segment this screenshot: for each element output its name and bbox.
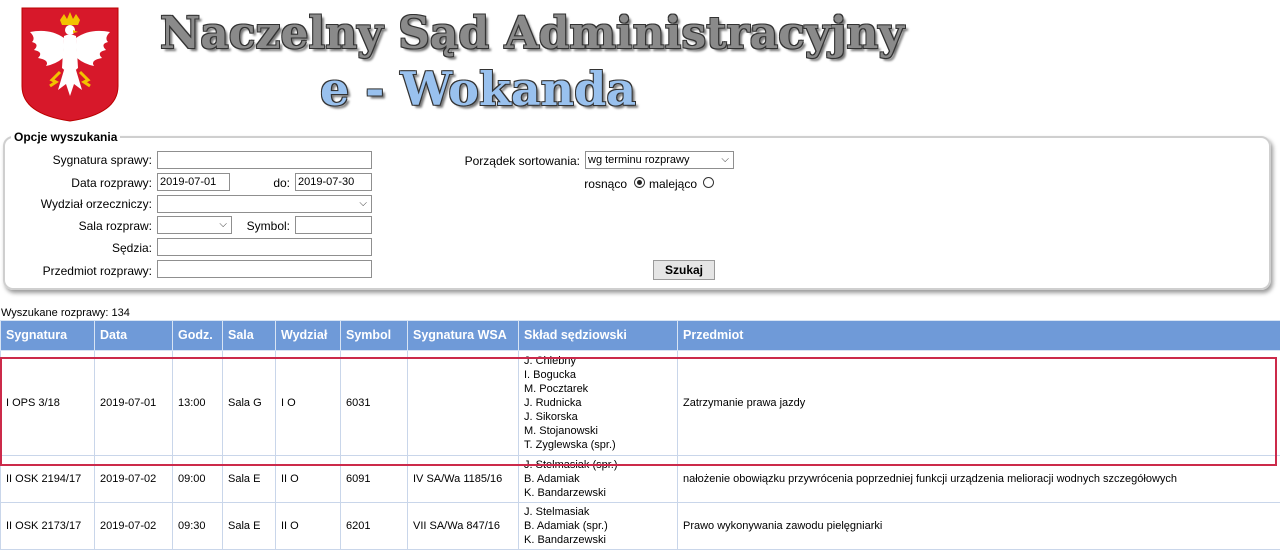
signature-cell: I OPS 3/18	[0, 350, 95, 456]
judge-name: J. Chlebny	[524, 355, 576, 367]
courtroom-label: Sala rozpraw:	[78, 219, 152, 233]
column-header[interactable]: Symbol	[340, 320, 408, 351]
hearings-table: Sygnatura Data Godz. Sala Wydział Symbol…	[0, 320, 1280, 550]
search-options-legend: Opcje wyszukania	[14, 130, 118, 144]
date-from-input[interactable]: 2019-07-01	[157, 173, 230, 191]
search-button[interactable]: Szukaj	[653, 260, 715, 280]
wsa-signature-cell: IV SA/Wa 1185/16	[407, 455, 519, 503]
subject-cell: nałożenie obowiązku przywrócenia poprzed…	[677, 455, 1280, 503]
judge-name: J. Stelmasiak	[524, 506, 590, 518]
sort-order-select[interactable]: wg terminu rozprawy ⌵	[585, 151, 734, 169]
ascending-radio[interactable]	[634, 177, 645, 188]
descending-radio[interactable]	[703, 177, 714, 188]
symbol-cell: 6201	[340, 502, 408, 550]
room-cell: Sala G	[222, 350, 276, 456]
date-to-input[interactable]: 2019-07-30	[295, 173, 372, 191]
chevron-down-icon: ⌵	[721, 154, 729, 165]
column-header[interactable]: Sygnatura WSA	[407, 320, 519, 351]
subject-label: Przedmiot rozprawy:	[42, 264, 152, 278]
room-cell: Sala E	[222, 455, 276, 503]
symbol-input[interactable]	[295, 216, 372, 234]
sort-order-label: Porządek sortowania:	[464, 154, 580, 168]
chevron-down-icon: ⌵	[359, 198, 367, 209]
judge-name: J. Sikorska	[524, 411, 578, 423]
judge-name: I. Bogucka	[524, 369, 576, 381]
ascending-label: rosnąco	[584, 177, 627, 191]
column-header[interactable]: Wydział	[275, 320, 341, 351]
time-cell: 13:00	[172, 350, 223, 456]
hearing-date-label: Data rozprawy:	[71, 176, 152, 190]
wsa-signature-cell	[407, 350, 519, 456]
column-header[interactable]: Data	[94, 320, 173, 351]
judge-name: J. Rudnicka	[524, 397, 582, 409]
column-header[interactable]: Sala	[222, 320, 276, 351]
department-label: Wydział orzeczniczy:	[40, 197, 152, 211]
department-cell: I O	[275, 350, 341, 456]
judge-name: M. Stojanowski	[524, 425, 598, 437]
date-to-label: do:	[273, 176, 290, 190]
judges-cell: J. Stelmasiak B. Adamiak (spr.) K. Banda…	[518, 502, 678, 550]
subject-cell: Prawo wykonywania zawodu pielęgniarki	[677, 502, 1280, 550]
judge-name: B. Adamiak	[524, 473, 580, 485]
judge-name: K. Bandarzewski	[524, 534, 606, 546]
subject-cell: Zatrzymanie prawa jazdy	[677, 350, 1280, 456]
judge-name: K. Bandarzewski	[524, 487, 606, 499]
column-header[interactable]: Sygnatura	[0, 320, 95, 351]
date-cell: 2019-07-01	[94, 350, 173, 456]
time-cell: 09:30	[172, 502, 223, 550]
symbol-cell: 6031	[340, 350, 408, 456]
signature-cell: II OSK 2173/17	[0, 502, 95, 550]
table-row[interactable]: II OSK 2173/17 2019-07-02 09:30 Sala E I…	[0, 502, 1280, 550]
judge-name: J. Stelmasiak (spr.)	[524, 459, 618, 471]
judges-cell: J. Stelmasiak (spr.) B. Adamiak K. Banda…	[518, 455, 678, 503]
signature-cell: II OSK 2194/17	[0, 455, 95, 503]
case-signature-input[interactable]	[157, 151, 372, 169]
judge-name: M. Pocztarek	[524, 383, 589, 395]
table-row[interactable]: I OPS 3/18 2019-07-01 13:00 Sala G I O 6…	[0, 350, 1280, 456]
sort-order-value: wg terminu rozprawy	[588, 154, 690, 166]
department-select[interactable]: ⌵	[157, 195, 372, 213]
department-cell: II O	[275, 502, 341, 550]
time-cell: 09:00	[172, 455, 223, 503]
column-header[interactable]: Godz.	[172, 320, 223, 351]
chevron-down-icon: ⌵	[219, 219, 227, 230]
case-signature-label: Sygnatura sprawy:	[52, 153, 152, 167]
judge-label: Sędzia:	[111, 241, 152, 255]
descending-label: malejąco	[649, 177, 698, 191]
date-cell: 2019-07-02	[94, 502, 173, 550]
date-cell: 2019-07-02	[94, 455, 173, 503]
wsa-signature-cell: VII SA/Wa 847/16	[407, 502, 519, 550]
department-cell: II O	[275, 455, 341, 503]
court-title: Naczelny Sąd Administracyjny	[160, 8, 904, 59]
column-header[interactable]: Przedmiot	[677, 320, 1280, 351]
column-header[interactable]: Skład sędziowski	[518, 320, 678, 351]
polish-eagle-emblem	[21, 7, 119, 122]
room-cell: Sala E	[222, 502, 276, 550]
judges-cell: J. Chlebny I. Bogucka M. Pocztarek J. Ru…	[518, 350, 678, 456]
table-row[interactable]: II OSK 2194/17 2019-07-02 09:00 Sala E I…	[0, 455, 1280, 503]
judge-input[interactable]	[157, 238, 372, 256]
symbol-label: Symbol:	[246, 219, 290, 233]
subject-input[interactable]	[157, 260, 372, 278]
app-subtitle: e - Wokanda	[320, 62, 637, 116]
judge-name: B. Adamiak (spr.)	[524, 520, 608, 532]
table-header-row: Sygnatura Data Godz. Sala Wydział Symbol…	[0, 320, 1280, 351]
results-count: Wyszukane rozprawy: 134	[1, 307, 130, 319]
courtroom-select[interactable]: ⌵	[157, 216, 232, 234]
symbol-cell: 6091	[340, 455, 408, 503]
judge-name: T. Zyglewska (spr.)	[524, 439, 616, 451]
